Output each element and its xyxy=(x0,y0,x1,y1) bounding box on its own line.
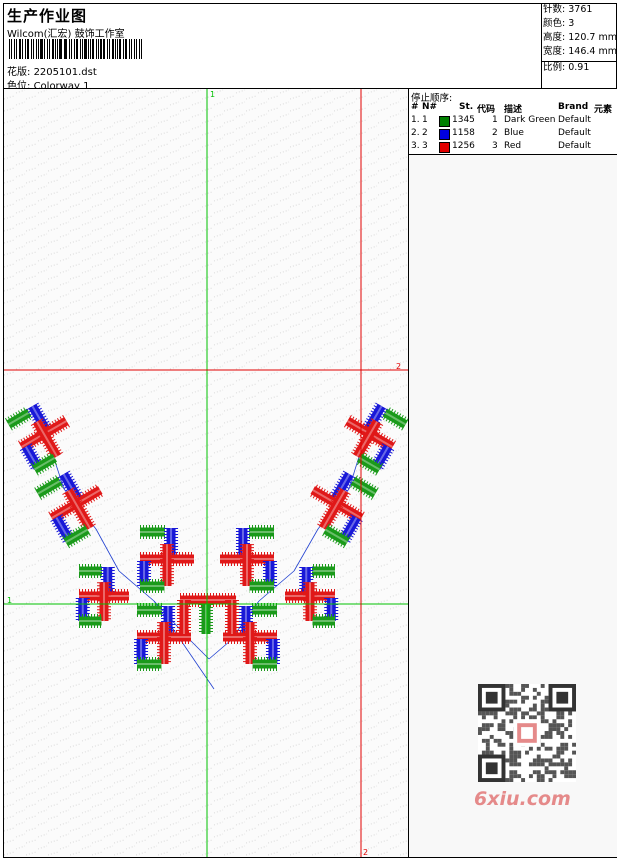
embroidery-design: 1 2 1 2 xyxy=(4,89,408,857)
col-code: 代码 xyxy=(477,105,496,115)
guide-label: 1 xyxy=(210,90,215,99)
guide-label: 1 xyxy=(7,596,12,605)
header: 生产作业图 Wilcom(汇宏) 鼓饰工作室 花版: 2205101.dst 色… xyxy=(3,3,617,92)
design-canvas: 1 2 1 2 xyxy=(4,89,408,857)
design-info: 花版: 2205101.dst xyxy=(7,63,97,78)
stop-sequence-table: 停止顺序: # N# St. 代码 描述 Brand 元素 1. 1 1345 … xyxy=(409,89,617,155)
stat-height: 高度: 120.7 mm xyxy=(543,32,617,43)
barcode xyxy=(9,39,144,59)
guide-label: 2 xyxy=(396,362,401,371)
stat-stitches: 针数: 3761 xyxy=(543,4,593,15)
color-swatch xyxy=(439,142,450,153)
col-hash: # xyxy=(411,102,419,112)
table-header: # N# St. 代码 描述 Brand 元素 xyxy=(409,102,617,115)
watermark-text: 6xiu.com xyxy=(474,788,571,810)
col-brand: Brand xyxy=(558,102,589,112)
guide-label: 2 xyxy=(363,848,368,857)
col-no: N# xyxy=(422,102,438,112)
stat-width: 宽度: 146.4 mm xyxy=(543,46,617,57)
page-title: 生产作业图 xyxy=(7,7,88,25)
col-st: St. xyxy=(459,102,474,112)
company-name: Wilcom(汇宏) 鼓饰工作室 xyxy=(7,29,125,40)
col-desc: 描述 xyxy=(504,105,523,115)
watermark: 6xiu.com xyxy=(470,682,584,816)
stats-panel: 针数: 3761 颜色: 3 高度: 120.7 mm 宽度: 146.4 mm… xyxy=(541,3,617,89)
col-element: 元素 xyxy=(594,105,613,115)
qr-code-icon xyxy=(478,684,576,782)
color-swatch xyxy=(439,129,450,140)
stat-colors: 颜色: 3 xyxy=(543,18,575,29)
table-row: 2. 2 1158 2 Blue Default xyxy=(411,128,591,140)
table-row: 1. 1 1345 1 Dark Green Default xyxy=(411,115,591,127)
table-row: 3. 3 1256 3 Red Default xyxy=(411,141,591,153)
color-swatch xyxy=(439,116,450,127)
stat-scale: 比例: 0.91 xyxy=(543,62,590,73)
